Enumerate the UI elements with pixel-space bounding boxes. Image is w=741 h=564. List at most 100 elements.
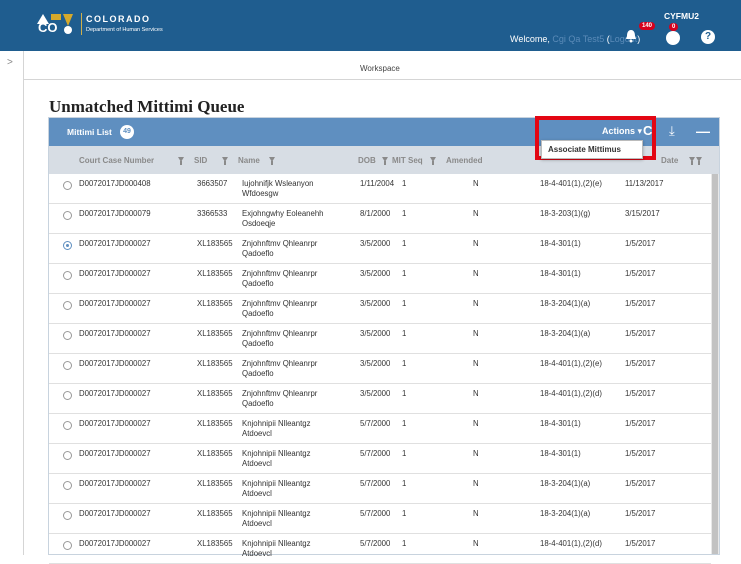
cell-court-case-number: D0072017JD000027 [79, 389, 151, 398]
cell-name: Knjohnipii Nlleantgz [242, 509, 311, 518]
cell-court-case-number: D0072017JD000079 [79, 209, 151, 218]
cell-court-case-number: D0072017JD000027 [79, 509, 151, 518]
cell-court-case-number: D0072017JD000027 [79, 449, 151, 458]
table-row[interactable]: D0072017JD000027 XL183565 Znjohnftmv Qhlea… [49, 234, 711, 264]
filter-icon[interactable] [222, 157, 228, 165]
column-name[interactable]: Name [238, 156, 260, 165]
cell-charge: 18-3-204(1)(a) [540, 329, 591, 338]
cell-charge: 18-3-204(1)(a) [540, 509, 591, 518]
cell-amended: N [473, 179, 479, 188]
table-row[interactable]: D0072017JD000408 3663507 Iujohnifjk Wslean… [49, 174, 711, 204]
cell-court-case-number: D0072017JD000408 [79, 179, 151, 188]
cell-name-line2: Atdoevcl [242, 489, 272, 498]
filter-icon[interactable] [178, 157, 184, 165]
filter-icon[interactable] [269, 157, 275, 165]
cell-name-line2: Atdoevcl [242, 549, 272, 558]
user-name-link[interactable]: Cgi Qa Test5 [552, 34, 604, 44]
cell-court-case-number: D0072017JD000027 [79, 329, 151, 338]
row-select-radio[interactable] [63, 211, 72, 220]
vertical-scrollbar[interactable] [711, 174, 719, 554]
filter-icon[interactable] [430, 157, 436, 165]
cell-sid: XL183565 [197, 329, 233, 338]
logo-initials: CO [38, 20, 58, 35]
table-row[interactable]: D0072017JD000027 XL183565 Knjohnipii Nllea… [49, 534, 711, 564]
table-row[interactable]: D0072017JD000027 XL183565 Znjohnftmv Qhlea… [49, 354, 711, 384]
cell-date: 1/5/2017 [625, 359, 656, 368]
cell-name-line2: Qadoeflo [242, 369, 274, 378]
globe-icon[interactable] [666, 31, 680, 45]
cell-amended: N [473, 449, 479, 458]
download-icon[interactable]: ⤓ [669, 123, 675, 139]
help-icon[interactable]: ? [701, 30, 715, 44]
cell-court-case-number: D0072017JD000027 [79, 539, 151, 548]
associate-mittimus-menu-item[interactable]: Associate Mittimus [548, 145, 621, 154]
column-court-case-number[interactable]: Court Case Number [79, 156, 154, 165]
cell-name: Exjohngwhy Eoleanehh [242, 209, 324, 218]
cell-dob: 5/7/2000 [360, 509, 391, 518]
cell-mit-seq: 1 [402, 509, 407, 518]
row-select-radio[interactable] [63, 331, 72, 340]
cell-mit-seq: 1 [402, 389, 407, 398]
table-row[interactable]: D0072017JD000027 XL183565 Knjohnipii Nllea… [49, 444, 711, 474]
table-row[interactable]: D0072017JD000027 XL183565 Knjohnipii Nllea… [49, 474, 711, 504]
brand-title: COLORADO [86, 14, 151, 24]
cell-charge: 18-4-301(1) [540, 269, 581, 278]
row-select-radio[interactable] [63, 361, 72, 370]
cell-court-case-number: D0072017JD000027 [79, 269, 151, 278]
cell-court-case-number: D0072017JD000027 [79, 299, 151, 308]
table-row[interactable]: D0072017JD000027 XL183565 Znjohnftmv Qhlea… [49, 294, 711, 324]
cell-sid: XL183565 [197, 539, 233, 548]
row-select-radio[interactable] [63, 391, 72, 400]
table-row[interactable]: D0072017JD000027 XL183565 Znjohnftmv Qhlea… [49, 264, 711, 294]
cell-date: 1/5/2017 [625, 239, 656, 248]
cell-dob: 3/5/2000 [360, 299, 391, 308]
cell-charge: 18-3-204(1)(a) [540, 479, 591, 488]
row-select-radio[interactable] [63, 511, 72, 520]
cell-charge: 18-4-301(1) [540, 239, 581, 248]
sort-icon[interactable] [689, 157, 695, 165]
table-row[interactable]: D0072017JD000027 XL183565 Znjohnftmv Qhlea… [49, 384, 711, 414]
cell-mit-seq: 1 [402, 479, 407, 488]
row-select-radio[interactable] [63, 481, 72, 490]
cell-amended: N [473, 239, 479, 248]
cell-mit-seq: 1 [402, 269, 407, 278]
cell-name-line2: Qadoeflo [242, 339, 274, 348]
cell-amended: N [473, 209, 479, 218]
workspace-divider [24, 79, 741, 80]
row-select-radio[interactable] [63, 451, 72, 460]
filter-icon[interactable] [696, 157, 702, 165]
cell-date: 1/5/2017 [625, 509, 656, 518]
filter-icon[interactable] [382, 157, 388, 165]
cell-court-case-number: D0072017JD000027 [79, 359, 151, 368]
row-select-radio[interactable] [63, 241, 72, 250]
row-select-radio[interactable] [63, 301, 72, 310]
row-select-radio[interactable] [63, 181, 72, 190]
column-amended[interactable]: Amended [446, 156, 482, 165]
column-date[interactable]: Date [661, 156, 678, 165]
cell-mit-seq: 1 [402, 299, 407, 308]
cell-sid: XL183565 [197, 509, 233, 518]
cell-name-line2: Qadoeflo [242, 279, 274, 288]
table-row[interactable]: D0072017JD000027 XL183565 Knjohnipii Nllea… [49, 504, 711, 534]
cell-mit-seq: 1 [402, 419, 407, 428]
column-mit-seq[interactable]: MIT Seq [392, 156, 423, 165]
table-row[interactable]: D0072017JD000027 XL183565 Znjohnftmv Qhlea… [49, 324, 711, 354]
row-select-radio[interactable] [63, 271, 72, 280]
bell-icon[interactable] [624, 29, 638, 43]
column-sid[interactable]: SID [194, 156, 207, 165]
cell-charge: 18-4-301(1) [540, 419, 581, 428]
table-row[interactable]: D0072017JD000027 XL183565 Knjohnipii Nllea… [49, 414, 711, 444]
cell-dob: 5/7/2000 [360, 479, 391, 488]
cell-amended: N [473, 269, 479, 278]
column-dob[interactable]: DOB [358, 156, 376, 165]
table-row[interactable]: D0072017JD000079 3366533 Exjohngwhy Eolean… [49, 204, 711, 234]
scrollbar-thumb[interactable] [712, 174, 718, 554]
cell-dob: 3/5/2000 [360, 239, 391, 248]
row-select-radio[interactable] [63, 421, 72, 430]
cell-sid: XL183565 [197, 269, 233, 278]
cell-name: Znjohnftmv Qhleanrpr [242, 239, 318, 248]
row-select-radio[interactable] [63, 541, 72, 550]
collapse-icon[interactable]: — [696, 123, 710, 139]
cell-name-line2: Qadoeflo [242, 309, 274, 318]
chevron-right-icon[interactable]: > [7, 57, 13, 68]
